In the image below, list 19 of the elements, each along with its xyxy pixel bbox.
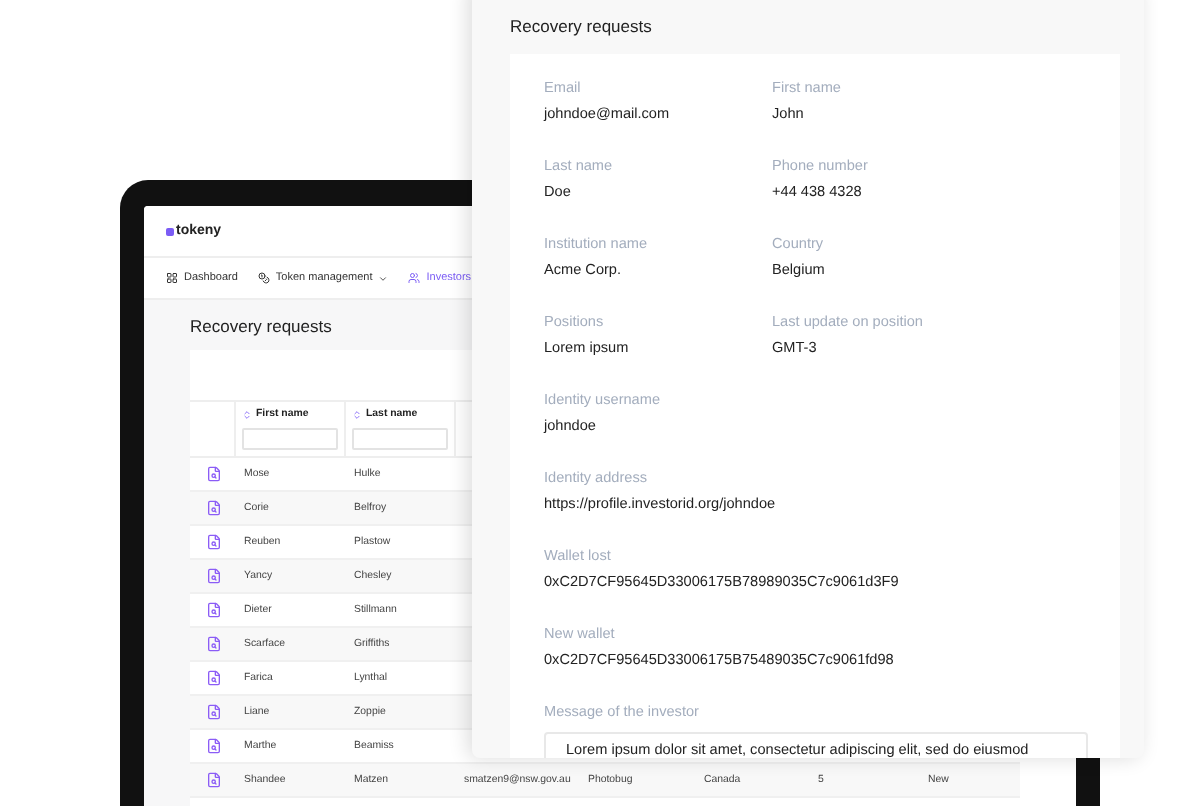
coins-icon [257, 272, 270, 284]
file-search-icon[interactable] [205, 466, 221, 482]
sort-icon[interactable] [242, 409, 252, 419]
file-search-icon[interactable] [205, 500, 221, 516]
file-search-icon[interactable] [205, 534, 221, 550]
file-search-icon[interactable] [205, 704, 221, 720]
filter-field[interactable] [242, 428, 338, 450]
dashboard-icon [166, 272, 178, 284]
page-title: Recovery requests [190, 316, 332, 336]
file-search-icon[interactable] [205, 602, 221, 618]
file-search-icon[interactable] [205, 636, 221, 652]
users-icon [408, 272, 421, 284]
file-search-icon[interactable] [205, 670, 221, 686]
file-search-icon[interactable] [205, 568, 221, 584]
panel-title: Recovery requests [510, 16, 654, 36]
filter-field[interactable] [352, 428, 448, 450]
file-search-icon[interactable] [205, 738, 221, 754]
sort-icon[interactable] [352, 409, 362, 419]
file-search-icon[interactable] [205, 772, 221, 788]
